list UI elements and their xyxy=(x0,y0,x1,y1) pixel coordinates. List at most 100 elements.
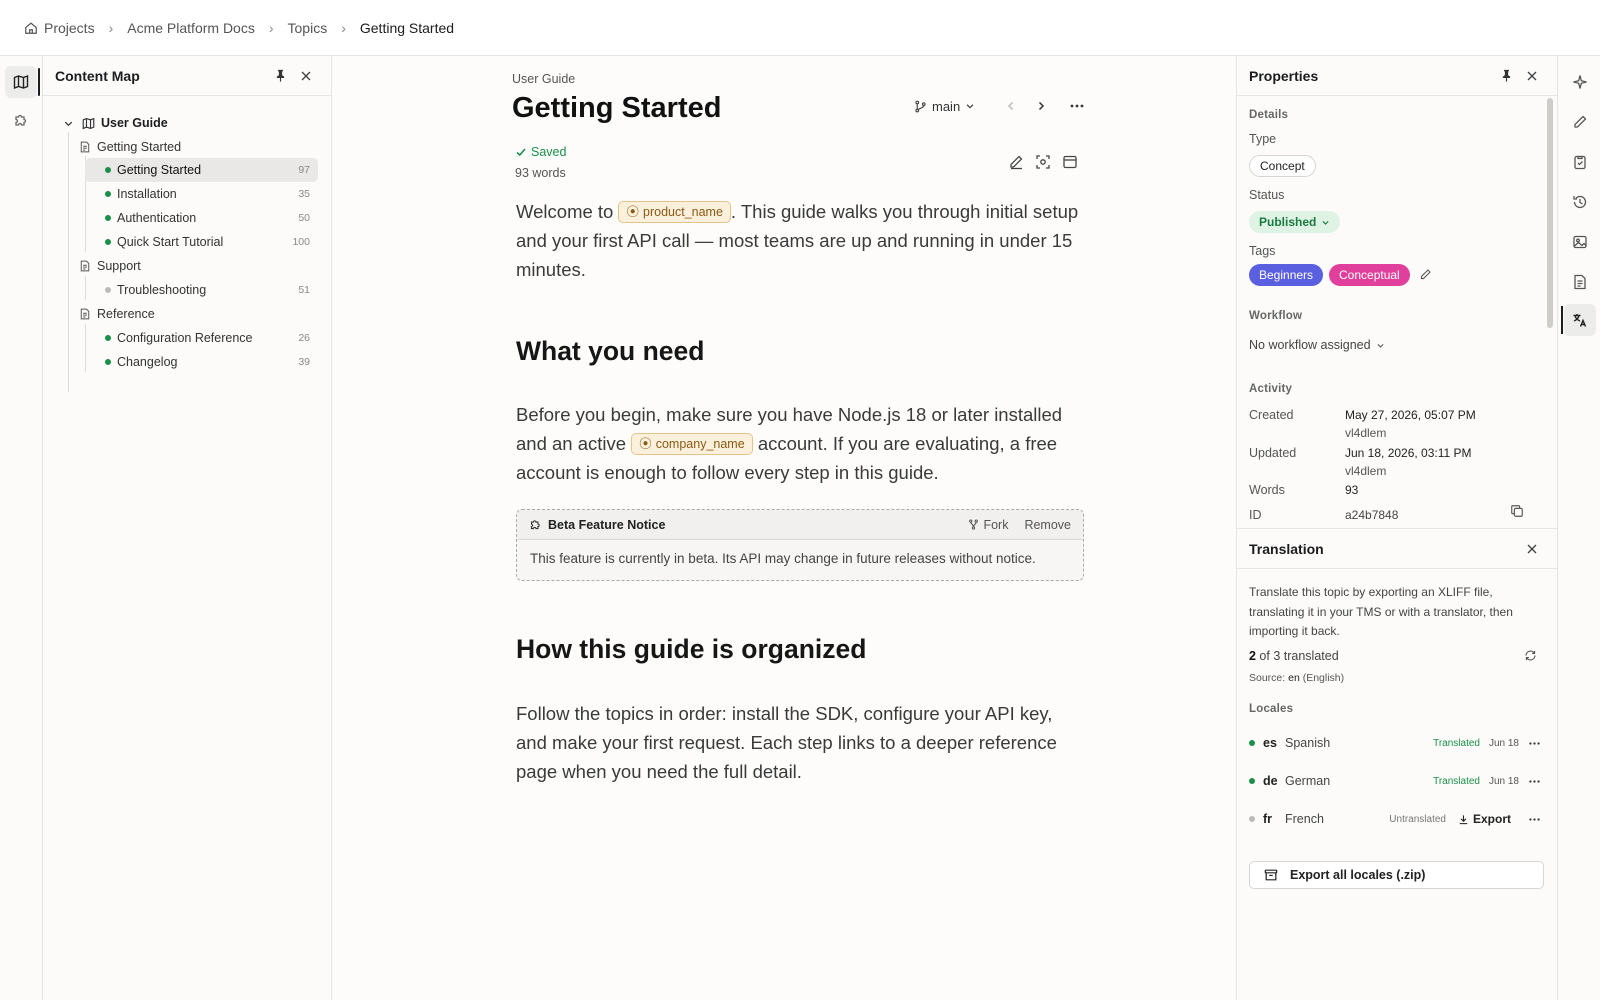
media-panel-button[interactable] xyxy=(1564,226,1596,258)
pin-icon[interactable] xyxy=(1493,63,1519,89)
heading-what-you-need[interactable]: What you need xyxy=(516,336,704,367)
chevron-down-icon[interactable] xyxy=(63,118,74,129)
export-locale-button[interactable]: Export xyxy=(1458,812,1511,826)
remove-button[interactable]: Remove xyxy=(1024,518,1071,532)
close-icon[interactable] xyxy=(1519,536,1545,562)
status-dot xyxy=(105,191,111,197)
history-icon xyxy=(1572,194,1588,210)
refresh-icon[interactable] xyxy=(1524,649,1537,662)
image-icon xyxy=(1572,234,1588,250)
tree-item-installation[interactable]: Installation 35 xyxy=(105,183,332,205)
layout-icon[interactable] xyxy=(1062,154,1078,170)
copy-icon[interactable] xyxy=(1510,504,1524,518)
more-options-icon[interactable] xyxy=(1069,98,1085,114)
breadcrumb-projects[interactable]: Projects xyxy=(44,20,95,36)
previous-topic-button[interactable] xyxy=(1005,100,1017,112)
tree-group-support[interactable]: Support xyxy=(79,255,141,277)
intro-paragraph[interactable]: Welcome to ⦿ product_name. This guide wal… xyxy=(516,197,1086,284)
more-options-icon[interactable] xyxy=(1519,813,1549,826)
next-topic-button[interactable] xyxy=(1035,100,1047,112)
review-panel-button[interactable] xyxy=(1564,146,1596,178)
pencil-icon[interactable] xyxy=(1008,154,1024,170)
more-options-icon[interactable] xyxy=(1519,775,1549,788)
tree-item-getting-started[interactable]: Getting Started 97 xyxy=(105,159,332,181)
puzzle-icon xyxy=(529,518,542,531)
fork-button[interactable]: Fork xyxy=(968,518,1008,532)
focus-mode-icon[interactable] xyxy=(1035,154,1051,170)
tree-group-getting-started[interactable]: Getting Started xyxy=(79,136,181,158)
heading-how-organized[interactable]: How this guide is organized xyxy=(516,634,866,665)
locale-status: Translated xyxy=(1433,737,1480,749)
breadcrumb-topics[interactable]: Topics xyxy=(288,20,328,36)
requirements-paragraph[interactable]: Before you begin, make sure you have Nod… xyxy=(516,400,1086,487)
status-dot xyxy=(1249,778,1255,784)
word-count: 100 xyxy=(292,236,310,248)
beta-notice-block[interactable]: Beta Feature Notice Fork Remove This fea… xyxy=(516,509,1084,581)
pin-icon[interactable] xyxy=(267,63,293,89)
tree-group-reference[interactable]: Reference xyxy=(79,303,155,325)
more-options-icon[interactable] xyxy=(1519,737,1549,750)
panel-title: Translation xyxy=(1249,540,1324,557)
locale-code: es xyxy=(1263,736,1277,750)
tree-root-user-guide[interactable]: User Guide xyxy=(63,112,168,134)
locale-name: Spanish xyxy=(1285,736,1331,750)
tree-item-quick-start[interactable]: Quick Start Tutorial 100 xyxy=(105,231,332,253)
properties-panel-button[interactable] xyxy=(1564,266,1596,298)
breadcrumb-project[interactable]: Acme Platform Docs xyxy=(127,20,255,36)
export-label: Export xyxy=(1472,812,1511,826)
translation-panel-button[interactable] xyxy=(1564,304,1596,336)
variable-chip[interactable]: ⦿ product_name xyxy=(618,201,731,223)
status-dropdown[interactable]: Published xyxy=(1249,211,1341,233)
locale-row-fr[interactable]: fr French Untranslated Export xyxy=(1249,807,1549,831)
panel-title: Properties xyxy=(1249,67,1319,84)
home-icon[interactable] xyxy=(24,21,38,35)
fork-label: Fork xyxy=(983,517,1009,532)
tag-beginners[interactable]: Beginners xyxy=(1249,264,1324,286)
tree-group-label: Support xyxy=(97,259,141,273)
tree-item-troubleshooting[interactable]: Troubleshooting 51 xyxy=(105,279,332,301)
ai-assistant-button[interactable] xyxy=(1564,66,1596,98)
status-label: Status xyxy=(1249,188,1285,202)
status-dot xyxy=(105,167,111,173)
tree-item-changelog[interactable]: Changelog 39 xyxy=(105,351,332,373)
breadcrumb: Projects › Acme Platform Docs › Topics ›… xyxy=(24,20,454,36)
tag-conceptual[interactable]: Conceptual xyxy=(1329,264,1410,286)
document-title[interactable]: Getting Started xyxy=(512,92,721,125)
properties-scrollbar[interactable] xyxy=(1547,98,1553,328)
workflow-section-label: Workflow xyxy=(1249,310,1303,322)
history-panel-button[interactable] xyxy=(1564,186,1596,218)
map-icon xyxy=(13,74,29,90)
clipboard-icon xyxy=(1572,154,1588,170)
close-icon[interactable] xyxy=(293,63,319,89)
tree-item-label: Getting Started xyxy=(117,163,202,177)
branch-selector[interactable]: main xyxy=(914,99,975,114)
export-all-locales-button[interactable]: Export all locales (.zip) xyxy=(1249,861,1544,889)
content-map-toggle-button[interactable] xyxy=(5,66,37,98)
locale-row-de[interactable]: de German Translated Jun 18 xyxy=(1249,769,1549,793)
close-icon[interactable] xyxy=(1519,63,1545,89)
locale-row-es[interactable]: es Spanish Translated Jun 18 xyxy=(1249,731,1549,755)
locale-name: French xyxy=(1285,812,1324,826)
tree-item-configuration-reference[interactable]: Configuration Reference 26 xyxy=(105,327,332,349)
type-value[interactable]: Concept xyxy=(1249,155,1316,177)
chevron-down-icon xyxy=(1376,341,1385,350)
chevron-right-icon: › xyxy=(268,19,274,36)
workflow-dropdown[interactable]: No workflow assigned xyxy=(1249,338,1385,352)
locale-status: Untranslated xyxy=(1389,813,1446,825)
components-button[interactable] xyxy=(5,104,37,136)
word-count: 35 xyxy=(298,188,310,200)
document-icon xyxy=(79,260,91,272)
variable-chip[interactable]: ⦿ company_name xyxy=(631,433,753,455)
words-label: Words xyxy=(1249,483,1285,497)
organization-paragraph[interactable]: Follow the topics in order: install the … xyxy=(516,699,1086,786)
locale-date: Jun 18 xyxy=(1488,737,1519,749)
status-dot xyxy=(1249,740,1255,746)
notice-title: Beta Feature Notice xyxy=(548,517,666,532)
words-value: 93 xyxy=(1345,483,1359,497)
panel-title: Content Map xyxy=(55,67,140,84)
tree-item-authentication[interactable]: Authentication 50 xyxy=(105,207,332,229)
edit-panel-button[interactable] xyxy=(1564,106,1596,138)
activity-section-label: Activity xyxy=(1249,383,1293,395)
edit-tags-icon[interactable] xyxy=(1419,268,1432,281)
translate-icon xyxy=(1572,312,1588,328)
